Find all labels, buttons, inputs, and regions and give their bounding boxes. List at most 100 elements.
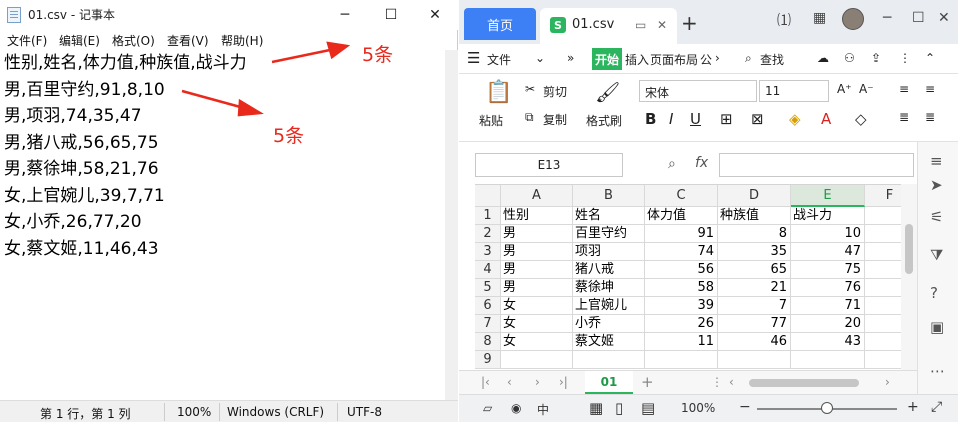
- macro-icon[interactable]: ▱: [483, 401, 492, 415]
- apps-grid-icon[interactable]: ▦: [813, 10, 826, 26]
- add-sheet-button[interactable]: +: [641, 373, 654, 391]
- table-cell[interactable]: 上官婉儿: [573, 297, 645, 315]
- table-cell[interactable]: 战斗力: [791, 207, 865, 225]
- column-header[interactable]: E: [791, 185, 865, 207]
- table-cell[interactable]: [865, 279, 901, 297]
- copy-button[interactable]: 复制: [543, 111, 567, 128]
- table-cell[interactable]: 性别: [501, 207, 573, 225]
- table-cell[interactable]: 男: [501, 225, 573, 243]
- avatar[interactable]: [842, 8, 864, 30]
- hamburger-icon[interactable]: ☰: [467, 49, 480, 67]
- first-sheet-icon[interactable]: |‹: [481, 375, 490, 389]
- table-cell[interactable]: 蔡文姬: [573, 333, 645, 351]
- table-cell[interactable]: 26: [645, 315, 718, 333]
- row-header[interactable]: 2: [475, 225, 501, 243]
- table-cell[interactable]: [573, 351, 645, 369]
- column-header[interactable]: A: [501, 185, 573, 207]
- row-header[interactable]: 9: [475, 351, 501, 369]
- table-cell[interactable]: [865, 207, 901, 225]
- language-icon[interactable]: 中: [537, 401, 549, 418]
- prev-sheet-icon[interactable]: ‹: [507, 375, 512, 389]
- row-header[interactable]: 4: [475, 261, 501, 279]
- more-icon[interactable]: »: [567, 51, 574, 65]
- font-family-select[interactable]: 宋体: [639, 80, 757, 102]
- font-color-icon[interactable]: A: [821, 110, 831, 128]
- italic-icon[interactable]: I: [669, 110, 673, 128]
- table-cell[interactable]: 种族值: [718, 207, 791, 225]
- normal-view-icon[interactable]: ▦: [589, 399, 603, 417]
- row-header[interactable]: 8: [475, 333, 501, 351]
- decrease-font-icon[interactable]: A⁻: [859, 82, 874, 96]
- menu-insert[interactable]: 插入: [625, 51, 649, 68]
- clear-format-icon[interactable]: ◇: [855, 110, 867, 128]
- table-cell[interactable]: 35: [718, 243, 791, 261]
- table-cell[interactable]: 65: [718, 261, 791, 279]
- tab-file[interactable]: S 01.csv ▭ ✕: [540, 8, 677, 44]
- search-label[interactable]: 查找: [760, 51, 784, 68]
- table-cell[interactable]: [501, 351, 573, 369]
- column-header[interactable]: D: [718, 185, 791, 207]
- increase-font-icon[interactable]: A⁺: [837, 82, 852, 96]
- zoom-level[interactable]: 100%: [681, 401, 715, 415]
- menu-formula[interactable]: 公: [700, 51, 712, 68]
- page-break-icon[interactable]: ▤: [641, 399, 655, 417]
- maximize-button[interactable]: ☐: [912, 10, 925, 26]
- horizontal-scroll-thumb[interactable]: [749, 379, 859, 387]
- cursor-icon[interactable]: ➤: [930, 176, 943, 194]
- table-cell[interactable]: 11: [645, 333, 718, 351]
- table-cell[interactable]: [865, 333, 901, 351]
- table-cell[interactable]: 20: [791, 315, 865, 333]
- row-header[interactable]: 5: [475, 279, 501, 297]
- font-size-select[interactable]: 11: [759, 80, 829, 102]
- table-cell[interactable]: 小乔: [573, 315, 645, 333]
- table-cell[interactable]: [718, 351, 791, 369]
- spreadsheet-grid[interactable]: A B C D E F 1 性别 姓名 体力值 种族值 战斗力 2 男百里守约 91 8 10 3 男项羽 74 35 4…: [475, 184, 901, 370]
- table-cell[interactable]: [645, 351, 718, 369]
- column-header[interactable]: C: [645, 185, 718, 207]
- next-sheet-icon[interactable]: ›: [535, 375, 540, 389]
- zoom-out-button[interactable]: −: [739, 399, 751, 415]
- paste-button[interactable]: 粘贴: [479, 112, 503, 129]
- table-cell[interactable]: 猪八戒: [573, 261, 645, 279]
- table-cell[interactable]: 43: [791, 333, 865, 351]
- more-sheets-icon[interactable]: ⋮: [711, 375, 723, 389]
- table-cell[interactable]: 75: [791, 261, 865, 279]
- scroll-right-icon[interactable]: ›: [885, 375, 890, 389]
- table-cell[interactable]: 56: [645, 261, 718, 279]
- chat-icon[interactable]: ▣: [930, 318, 944, 336]
- fill-color-icon[interactable]: ◈: [789, 110, 801, 128]
- formula-input[interactable]: [719, 153, 914, 177]
- table-cell[interactable]: 58: [645, 279, 718, 297]
- zoom-knob[interactable]: [821, 402, 833, 414]
- table-cell[interactable]: 39: [645, 297, 718, 315]
- table-cell[interactable]: 男: [501, 279, 573, 297]
- more-options-icon[interactable]: ⋮: [899, 51, 911, 65]
- align-middle-icon[interactable]: ≡: [925, 82, 935, 96]
- scroll-left-icon[interactable]: ‹: [729, 375, 734, 389]
- share-user-icon[interactable]: ⚇: [844, 51, 855, 65]
- menu-lines-icon[interactable]: ≡: [930, 152, 943, 170]
- fullscreen-icon[interactable]: ⤢: [931, 399, 942, 415]
- format-painter-button[interactable]: 格式刷: [586, 112, 622, 129]
- cloud-icon[interactable]: ☁: [817, 51, 829, 65]
- row-header[interactable]: 1: [475, 207, 501, 225]
- table-cell[interactable]: [865, 243, 901, 261]
- vertical-scrollbar[interactable]: [901, 184, 917, 370]
- row-header[interactable]: 3: [475, 243, 501, 261]
- table-cell[interactable]: 46: [718, 333, 791, 351]
- menu-file[interactable]: 文件: [487, 51, 511, 68]
- tab-close-icon[interactable]: ✕: [657, 18, 667, 32]
- border-icon[interactable]: ⊞: [720, 110, 733, 128]
- table-cell[interactable]: 女: [501, 315, 573, 333]
- table-cell[interactable]: 百里守约: [573, 225, 645, 243]
- cut-button[interactable]: 剪切: [543, 83, 567, 100]
- menu-start[interactable]: 开始: [592, 48, 622, 70]
- name-box[interactable]: E13: [475, 153, 623, 177]
- table-cell[interactable]: 体力值: [645, 207, 718, 225]
- page-view-icon[interactable]: ▯: [615, 399, 623, 417]
- last-sheet-icon[interactable]: ›|: [559, 375, 568, 389]
- window-icon[interactable]: ▭: [635, 18, 646, 32]
- sheet-tab[interactable]: 01: [585, 371, 633, 394]
- table-cell[interactable]: 10: [791, 225, 865, 243]
- zoom-in-button[interactable]: +: [907, 399, 919, 415]
